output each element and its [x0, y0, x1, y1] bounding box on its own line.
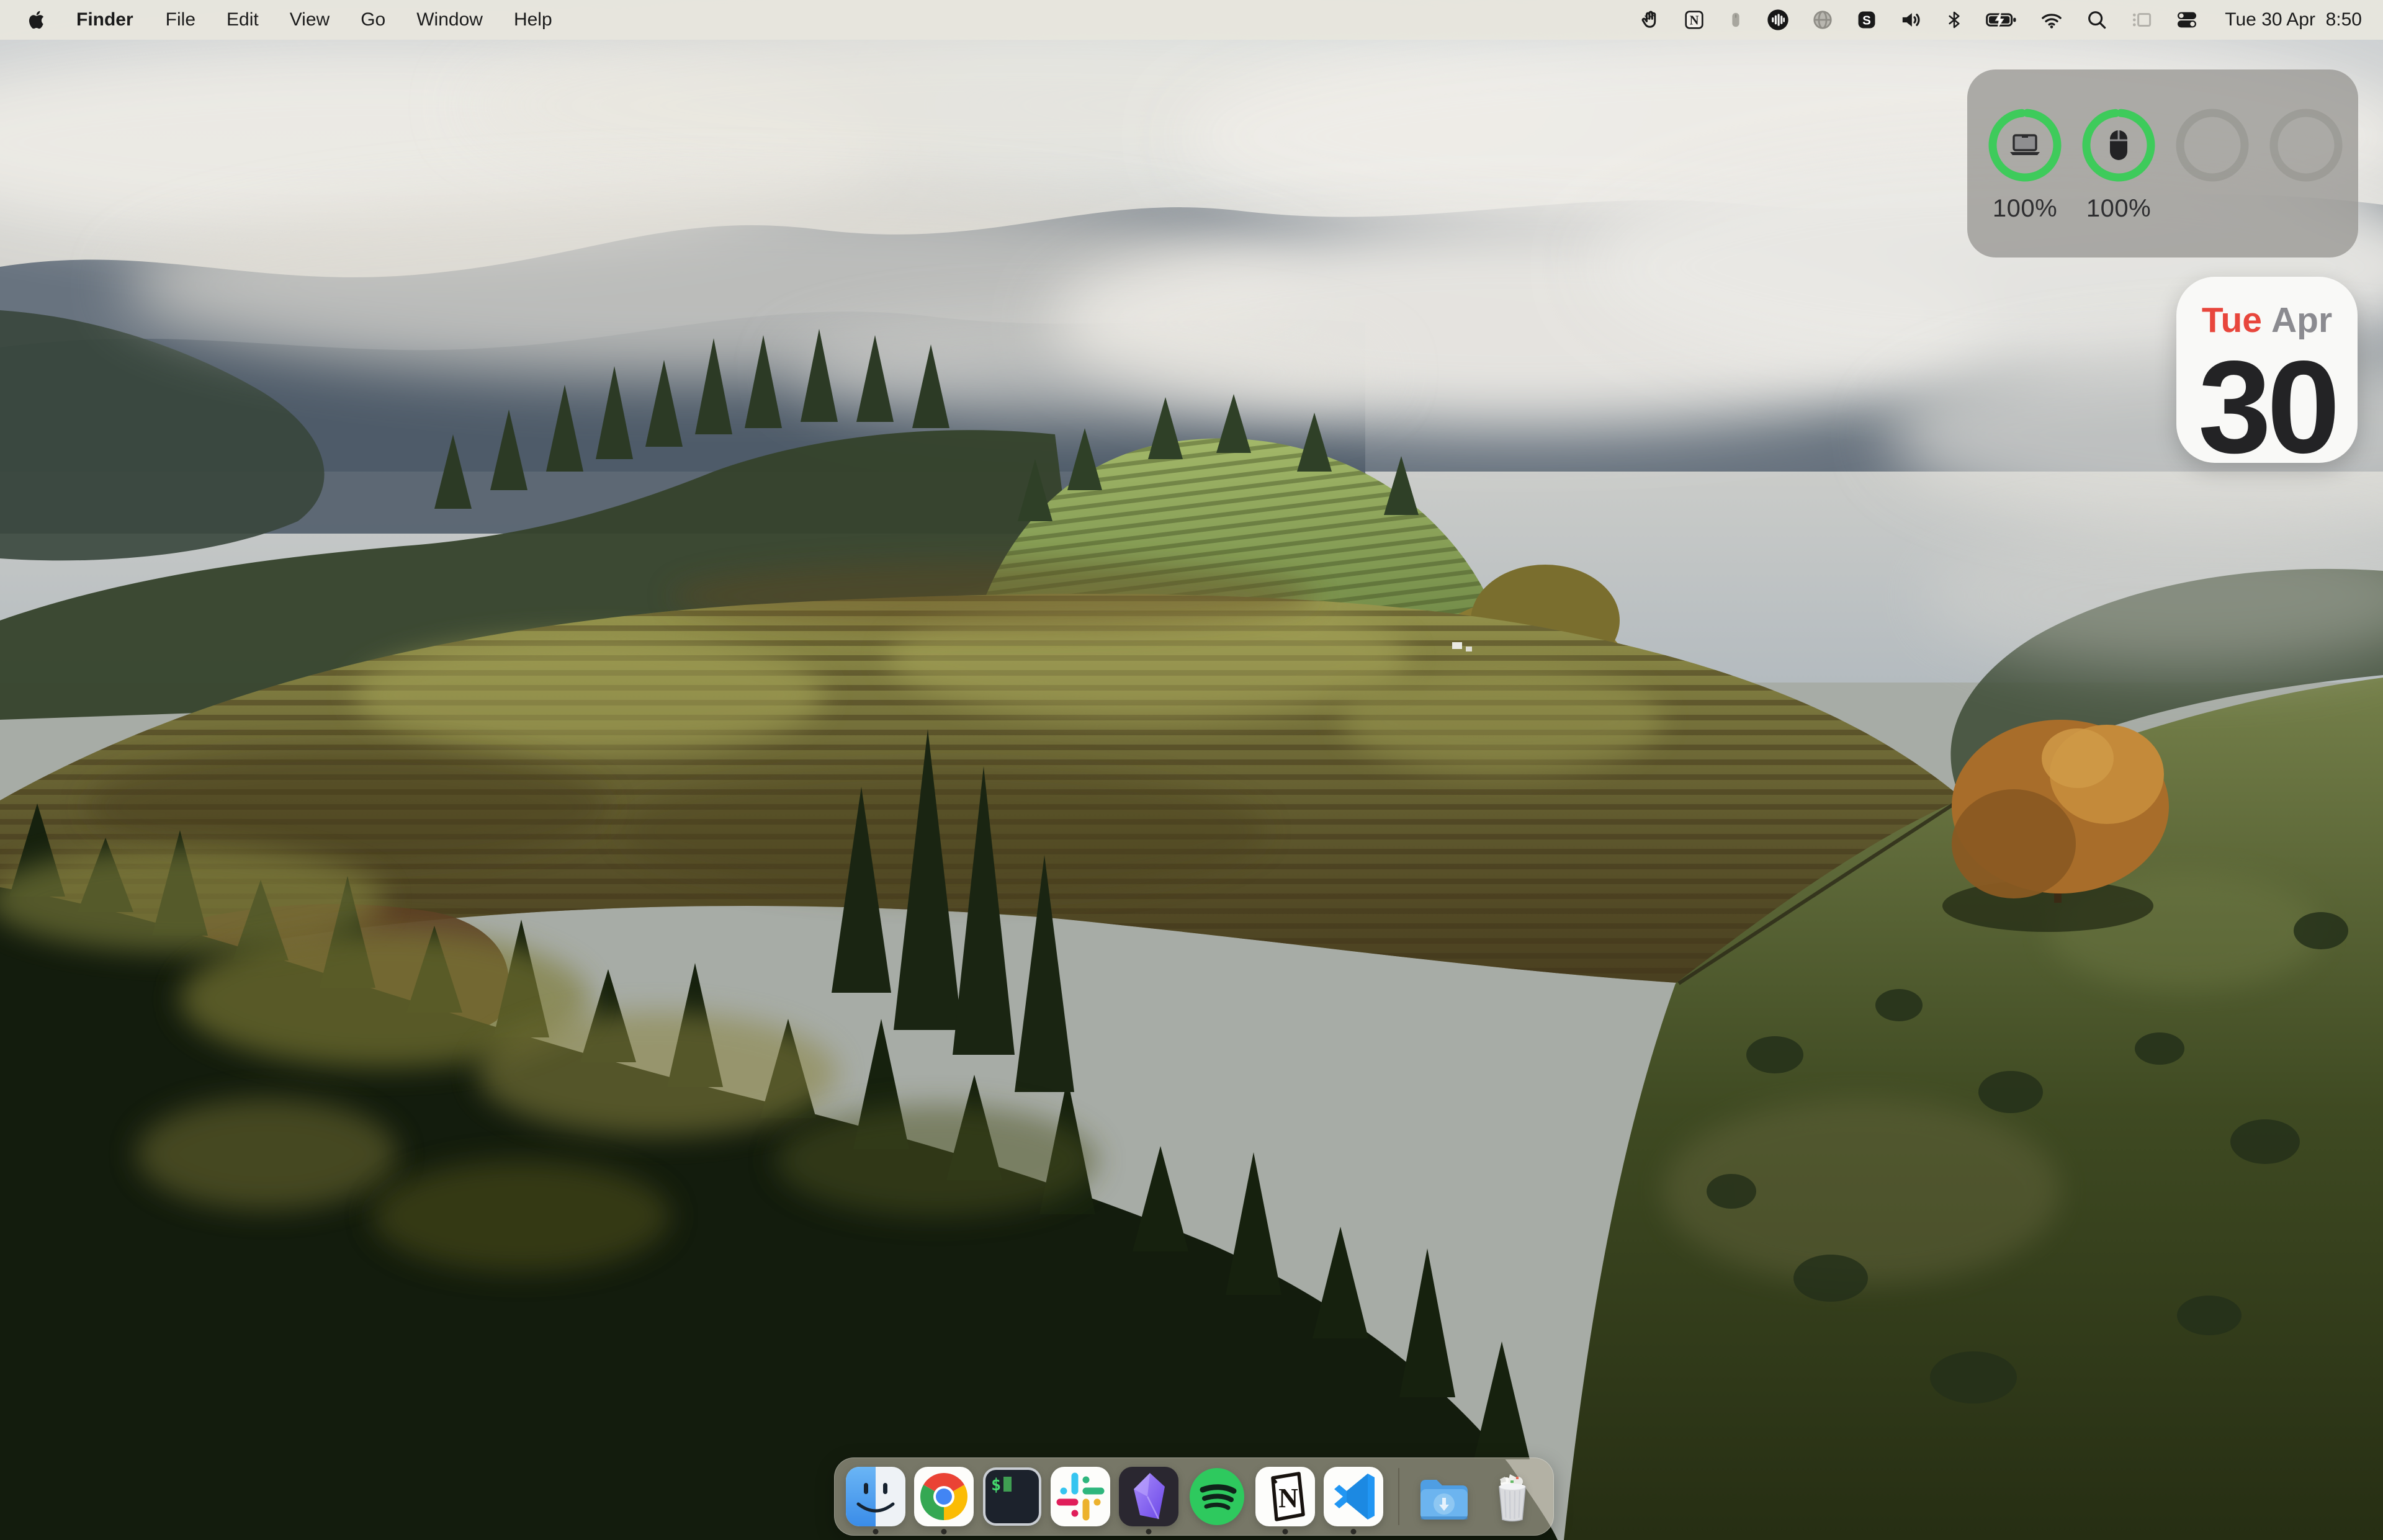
- empty-percent-2: [2269, 195, 2343, 223]
- running-indicator: [1146, 1529, 1152, 1534]
- menu-bar-clock[interactable]: Tue 30 Apr 8:50: [2225, 9, 2362, 30]
- dock-spotify[interactable]: [1186, 1466, 1248, 1528]
- dock-chrome[interactable]: [913, 1466, 975, 1528]
- dock: $: [834, 1457, 1554, 1536]
- calendar-widget[interactable]: TueApr 30: [2176, 277, 2358, 463]
- running-indicator: [941, 1529, 947, 1534]
- trash-full-icon: [1481, 1466, 1543, 1528]
- menu-go[interactable]: Go: [345, 9, 401, 30]
- dock-notion[interactable]: N: [1254, 1466, 1316, 1528]
- battery-percent-labels: 100% 100%: [1967, 195, 2358, 223]
- battery-ring-mouse: [2081, 108, 2156, 182]
- window-snip-icon[interactable]: [2129, 6, 2154, 34]
- finder-icon: [845, 1466, 907, 1528]
- menu-finder[interactable]: Finder: [60, 9, 150, 30]
- menu-edit[interactable]: Edit: [211, 9, 274, 30]
- hand-app-icon[interactable]: [1638, 6, 1662, 34]
- menu-help[interactable]: Help: [498, 9, 568, 30]
- dock-finder[interactable]: [845, 1466, 907, 1528]
- notion-menu-icon[interactable]: N: [1682, 6, 1706, 34]
- batteries-widget[interactable]: 100% 100%: [1967, 69, 2358, 257]
- dock-slack[interactable]: [1049, 1466, 1111, 1528]
- battery-ring-empty-2: [2269, 108, 2343, 182]
- menu-file[interactable]: File: [150, 9, 211, 30]
- spotify-icon: [1186, 1466, 1248, 1528]
- dock-terminal[interactable]: $: [981, 1466, 1043, 1528]
- empty-percent-1: [2175, 195, 2250, 223]
- svg-text:S: S: [1862, 14, 1871, 28]
- svg-text:$: $: [991, 1475, 1001, 1495]
- laptop-percent: 100%: [1988, 195, 2062, 223]
- menu-bar: Finder File Edit View Go Window Help N: [0, 0, 2383, 40]
- mouse-battery-icon[interactable]: [1726, 6, 1745, 34]
- volume-icon[interactable]: [1899, 6, 1924, 34]
- dock-vscode[interactable]: [1322, 1466, 1384, 1528]
- dock-obsidian[interactable]: [1118, 1466, 1180, 1528]
- battery-rings: [1967, 69, 2358, 182]
- downloads-folder-icon: [1413, 1466, 1475, 1528]
- svg-text:N: N: [1278, 1483, 1298, 1513]
- notion-icon: N: [1254, 1466, 1316, 1528]
- vscode-icon: [1322, 1466, 1384, 1528]
- svg-text:N: N: [1690, 14, 1699, 27]
- calendar-day: 30: [2176, 346, 2358, 468]
- battery-charging-icon[interactable]: [1985, 6, 2018, 34]
- dock-downloads-folder[interactable]: [1413, 1466, 1475, 1528]
- menu-view[interactable]: View: [274, 9, 345, 30]
- terminal-icon: $: [981, 1466, 1043, 1528]
- mouse-percent: 100%: [2081, 195, 2156, 223]
- running-indicator: [873, 1529, 879, 1534]
- control-center-icon[interactable]: [2174, 6, 2199, 34]
- mouse-icon: [2105, 128, 2132, 163]
- dock-trash[interactable]: [1481, 1466, 1543, 1528]
- bluetooth-icon[interactable]: [1944, 6, 1964, 34]
- apple-logo-icon: [26, 8, 46, 32]
- chrome-icon: [913, 1466, 975, 1528]
- slack-icon: [1049, 1466, 1111, 1528]
- spotlight-search-icon[interactable]: [2085, 6, 2109, 34]
- globe-icon[interactable]: [1811, 6, 1834, 34]
- obsidian-icon: [1118, 1466, 1180, 1528]
- waveform-app-icon[interactable]: [1766, 6, 1790, 34]
- menu-bar-status: N: [1638, 6, 2362, 34]
- dock-divider: [1398, 1468, 1399, 1525]
- s-app-icon[interactable]: S: [1855, 6, 1878, 34]
- running-indicator: [1351, 1529, 1357, 1534]
- laptop-icon: [2008, 130, 2042, 160]
- menu-window[interactable]: Window: [401, 9, 498, 30]
- apple-menu[interactable]: [17, 8, 60, 32]
- battery-ring-empty-1: [2175, 108, 2250, 182]
- running-indicator: [1283, 1529, 1288, 1534]
- wifi-icon[interactable]: [2039, 6, 2065, 34]
- menu-bar-left: Finder File Edit View Go Window Help: [17, 8, 568, 32]
- battery-ring-laptop: [1988, 108, 2062, 182]
